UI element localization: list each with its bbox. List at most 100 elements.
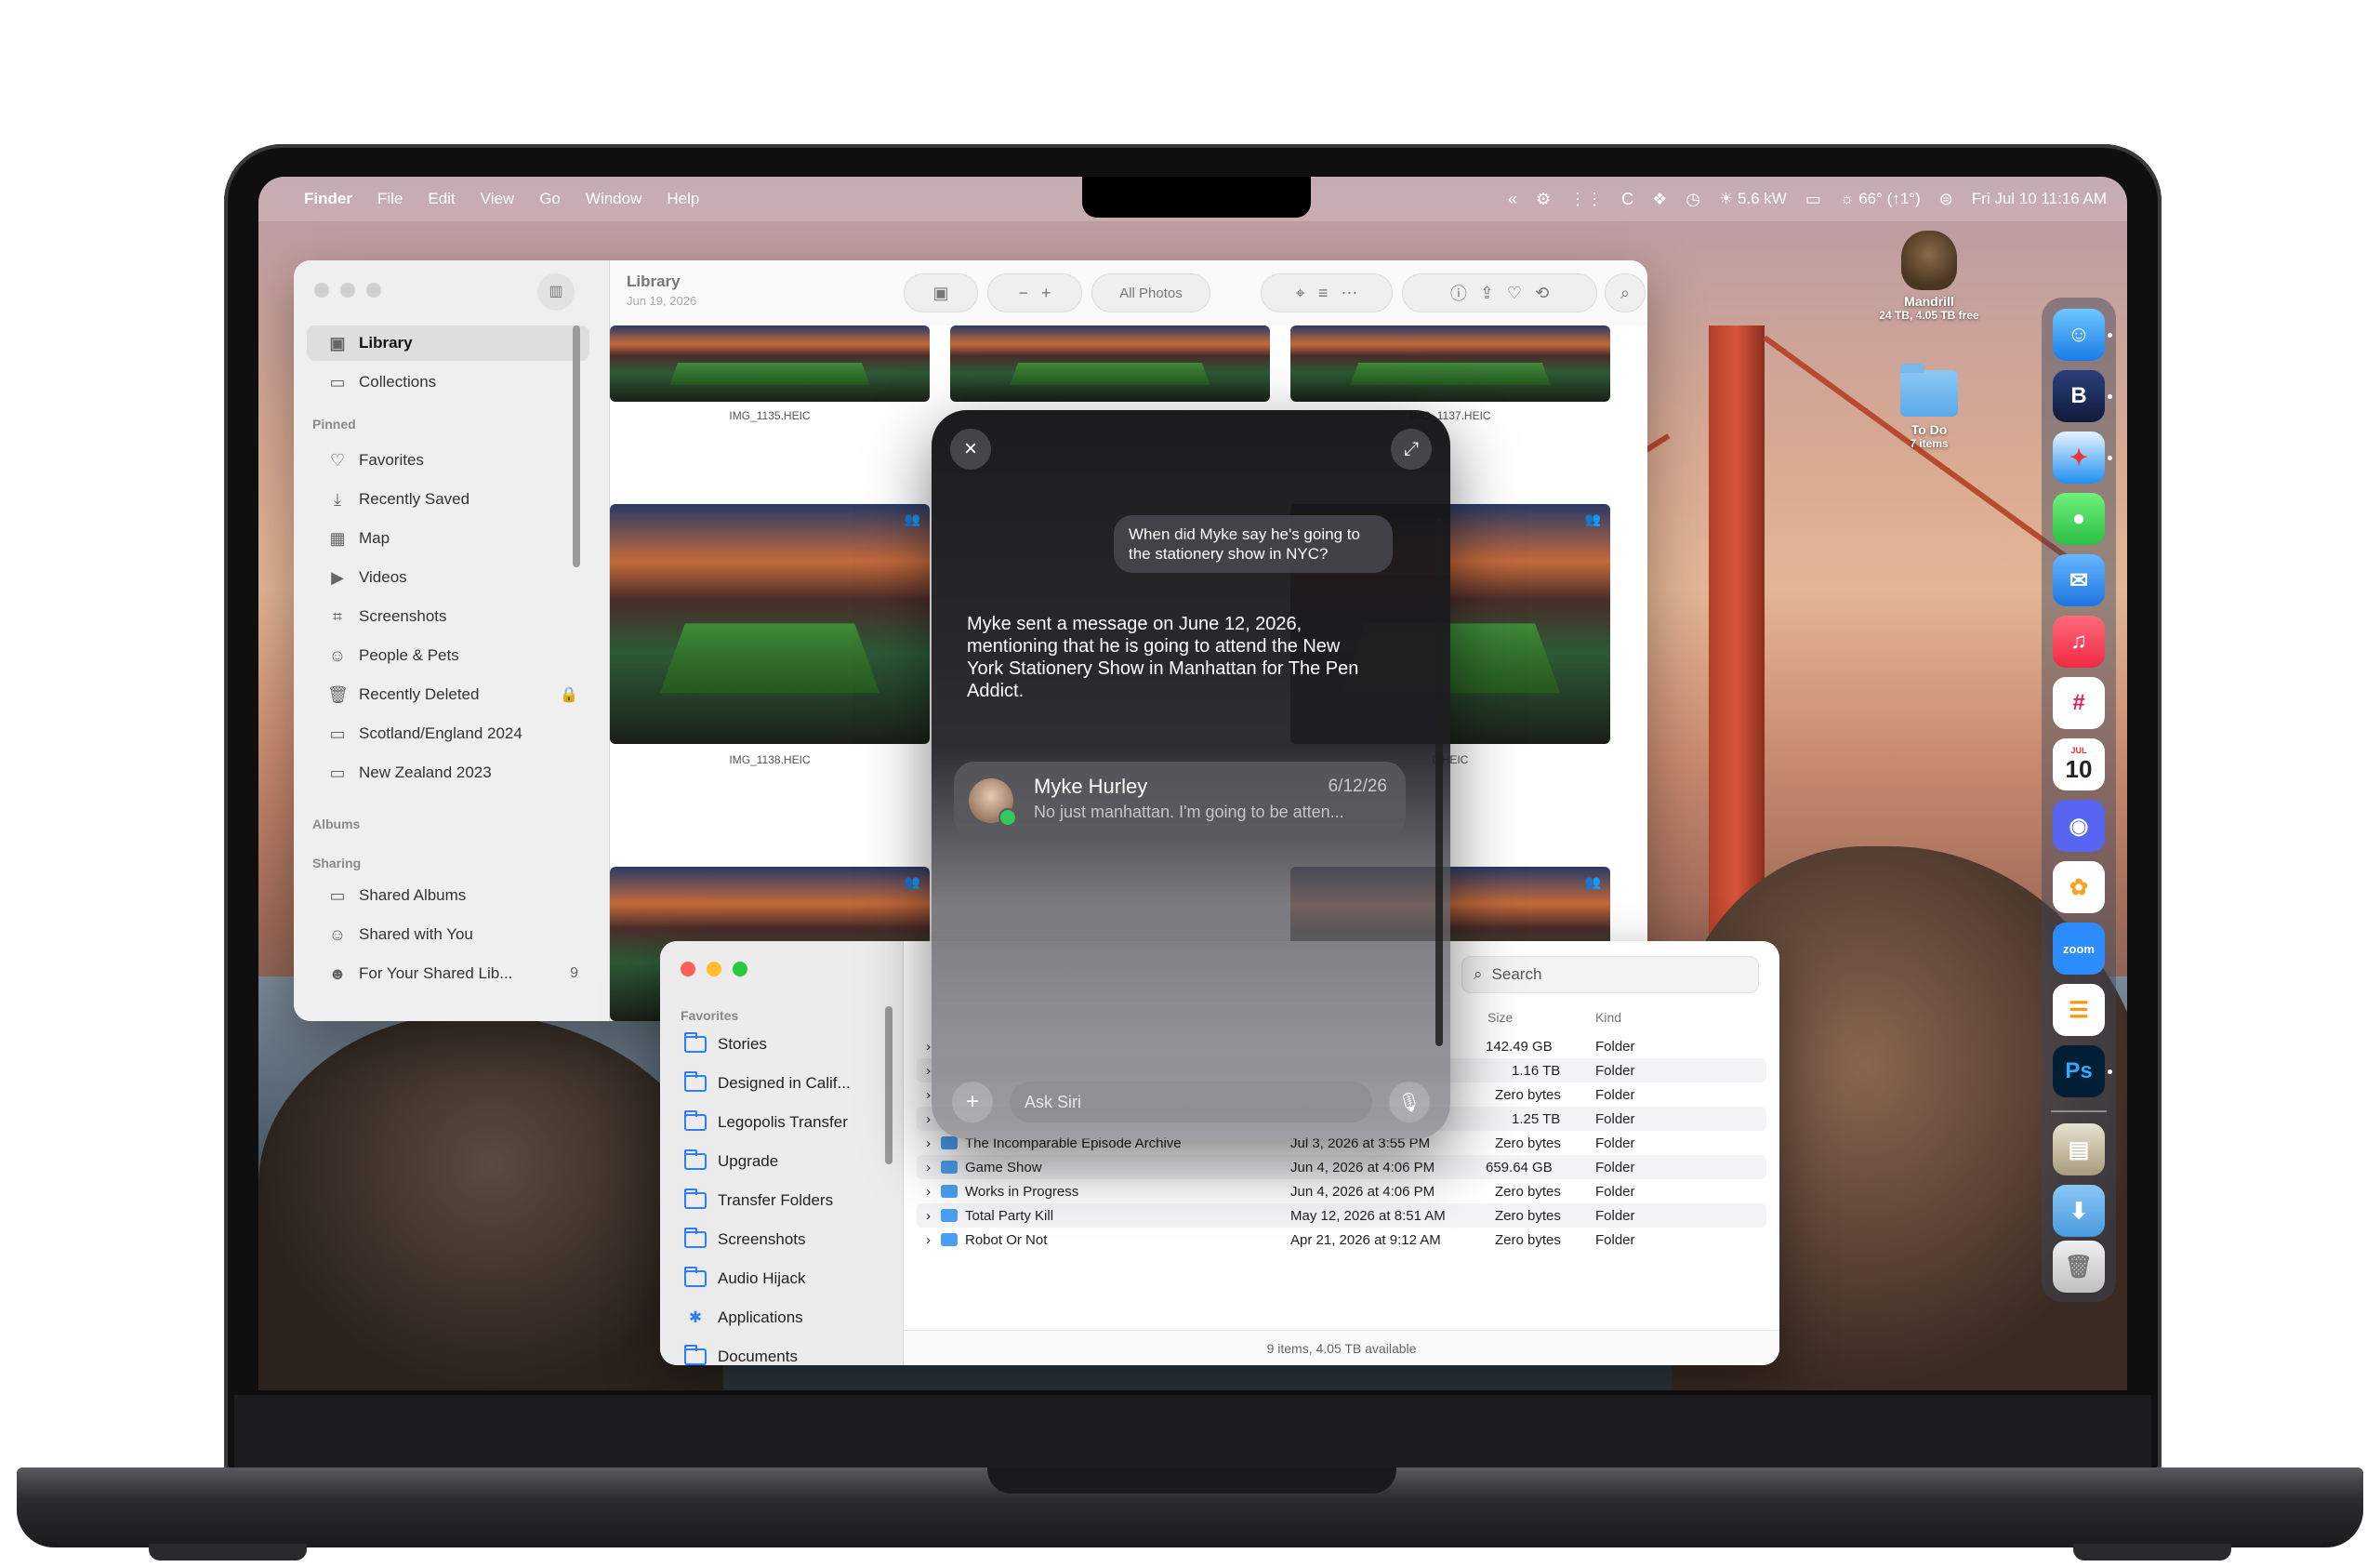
menu-app-name[interactable]: Finder [304,190,352,208]
finder-sidebar-item[interactable]: ✱ Applications [673,1300,883,1335]
control-center-icon[interactable]: ⊜ [1939,190,1953,209]
search-button[interactable]: ⌕ [1605,273,1646,312]
window-icon[interactable]: ▭ [1805,190,1821,209]
archive-icon[interactable]: ▤ [2053,1123,2105,1175]
desktop-drive-mandrill[interactable]: Mandrill 24 TB, 4.05 TB free [1859,231,1999,322]
sidebar-item-shared-library[interactable]: ☻ For Your Shared Lib... 9 [307,956,589,991]
safari-icon[interactable]: ✦ [2053,432,2105,484]
photo-thumbnail[interactable] [950,325,1270,402]
menu-window[interactable]: Window [586,190,641,208]
share-icon[interactable]: ⇪ [1480,284,1494,303]
sidebar-item-recently-saved[interactable]: ⤓ Recently Saved [307,482,589,517]
zoom-icon[interactable]: zoom [2053,923,2105,975]
disclosure-icon[interactable]: › [926,1039,931,1055]
calendar-icon[interactable]: JUL 10 [2053,738,2105,790]
grid-icon[interactable]: ⋮⋮ [1569,190,1603,209]
music-icon[interactable]: ♫ [2053,616,2105,668]
photos-icon[interactable]: ✿ [2053,861,2105,913]
table-row[interactable]: › Works in Progress Jun 4, 2026 at 4:06 … [917,1179,1766,1203]
trash-icon[interactable]: 🗑 [2053,1241,2105,1293]
disclosure-icon[interactable]: › [926,1232,931,1248]
zoom-button[interactable] [733,962,747,976]
sidebar-item-collections[interactable]: ▭ Collections [307,365,589,400]
sort-icon[interactable]: ≡ [1318,284,1329,303]
sidebar-item-favorites[interactable]: ♡ Favorites [307,443,589,478]
expand-icon[interactable]: ⤢ [1391,429,1432,470]
view-switcher[interactable]: ▣ [904,273,978,312]
finder-sidebar-item[interactable]: Legopolis Transfer [673,1105,883,1140]
power-status[interactable]: ☀ 5.6 kW [1719,190,1787,208]
collapse-menu-icon[interactable]: « [1508,190,1517,209]
rotate-icon[interactable]: ⟲ [1535,284,1549,303]
photo-thumbnail[interactable] [1290,325,1610,402]
finder-sidebar-item[interactable]: Stories [673,1027,883,1062]
microphone-icon[interactable]: 🎙 [1389,1082,1430,1122]
sidebar-scrollbar[interactable] [573,325,580,567]
close-button[interactable] [314,283,329,298]
downloads-folder-icon[interactable]: ⬇ [2053,1185,2105,1237]
history-icon[interactable]: ◷ [1686,190,1700,209]
table-row[interactable]: › Game Show Jun 4, 2026 at 4:06 PM 659.6… [917,1155,1766,1179]
sidebar-scrollbar[interactable] [885,1006,892,1164]
mail-icon[interactable]: ✉ [2053,554,2105,606]
menu-edit[interactable]: Edit [428,190,455,208]
search-field[interactable]: ⌕ Search [1461,956,1759,993]
photo-thumbnail[interactable]: 👥 [610,504,930,744]
disclosure-icon[interactable]: › [926,1184,931,1200]
sidebar-item-new-zealand[interactable]: ▭ New Zealand 2023 [307,755,589,790]
message-result-card[interactable]: Myke Hurley 6/12/26 No just manhattan. I… [954,762,1406,838]
disclosure-icon[interactable]: › [926,1135,931,1151]
finder-sidebar-item[interactable]: Upgrade [673,1144,883,1179]
disclosure-icon[interactable]: › [926,1087,931,1103]
refresh-icon[interactable]: C [1621,190,1633,209]
minimize-button[interactable] [707,962,721,976]
finder-sidebar-item[interactable]: Audio Hijack [673,1261,883,1296]
disclosure-icon[interactable]: › [926,1160,931,1175]
menu-view[interactable]: View [481,190,515,208]
sidebar-item-shared-albums[interactable]: ▭ Shared Albums [307,878,589,913]
close-button[interactable] [681,962,695,976]
finder-icon[interactable]: ☺ [2053,309,2105,361]
menu-clock[interactable]: Fri Jul 10 11:16 AM [1972,190,2107,208]
slideshow-icon[interactable]: ⌖ [1296,284,1305,303]
control-icon[interactable]: ⚙ [1536,190,1551,209]
bbedit-icon[interactable]: B [2053,370,2105,422]
minimize-button[interactable] [340,283,355,298]
sidebar-item-people-pets[interactable]: ☺ People & Pets [307,638,589,673]
weather-status[interactable]: ☼ 66° (↑1°) [1840,190,1921,208]
finder-sidebar-item[interactable]: Transfer Folders [673,1183,883,1218]
finder-sidebar-item[interactable]: Screenshots [673,1222,883,1257]
sidebar-item-library[interactable]: ▣ Library [307,325,589,361]
slack-icon[interactable]: # [2053,677,2105,729]
menu-file[interactable]: File [377,190,403,208]
photoshop-icon[interactable]: Ps [2053,1045,2105,1097]
sidebar-item-scotland[interactable]: ▭ Scotland/England 2024 [307,716,589,751]
column-kind[interactable]: Kind [1595,1010,1621,1025]
finder-sidebar-item[interactable]: Documents [673,1339,883,1365]
sidebar-item-shared-with-you[interactable]: ☺ Shared with You [307,917,589,952]
sidebar-toggle-icon[interactable]: ▥ [537,273,575,311]
sidebar-item-videos[interactable]: ▶ Videos [307,560,589,595]
zoom-button[interactable] [366,283,381,298]
albums-header[interactable]: Albums [312,817,360,831]
disclosure-icon[interactable]: › [926,1063,931,1079]
table-row[interactable]: › Total Party Kill May 12, 2026 at 8:51 … [917,1203,1766,1228]
info-icon[interactable]: ⓘ [1450,281,1467,305]
reminders-icon[interactable]: ☰ [2053,984,2105,1036]
favorite-icon[interactable]: ♡ [1507,284,1522,303]
add-icon[interactable]: + [952,1082,993,1122]
disclosure-icon[interactable]: › [926,1208,931,1224]
discord-icon[interactable]: ◉ [2053,800,2105,852]
messages-icon[interactable]: ● [2053,493,2105,545]
siri-input[interactable]: Ask Siri [1010,1082,1372,1122]
dropbox-icon[interactable]: ❖ [1652,190,1667,209]
photo-thumbnail[interactable] [610,325,930,402]
zoom-out-icon[interactable]: − [1018,284,1028,303]
table-row[interactable]: › Robot Or Not Apr 21, 2026 at 9:12 AM Z… [917,1228,1766,1252]
more-icon[interactable]: ⋯ [1341,284,1357,303]
menu-help[interactable]: Help [667,190,699,208]
filter-dropdown[interactable]: All Photos [1091,273,1210,312]
sidebar-item-map[interactable]: ▦ Map [307,521,589,556]
close-icon[interactable]: × [950,429,991,470]
sidebar-item-recently-deleted[interactable]: 🗑 Recently Deleted 🔒 [307,677,589,712]
